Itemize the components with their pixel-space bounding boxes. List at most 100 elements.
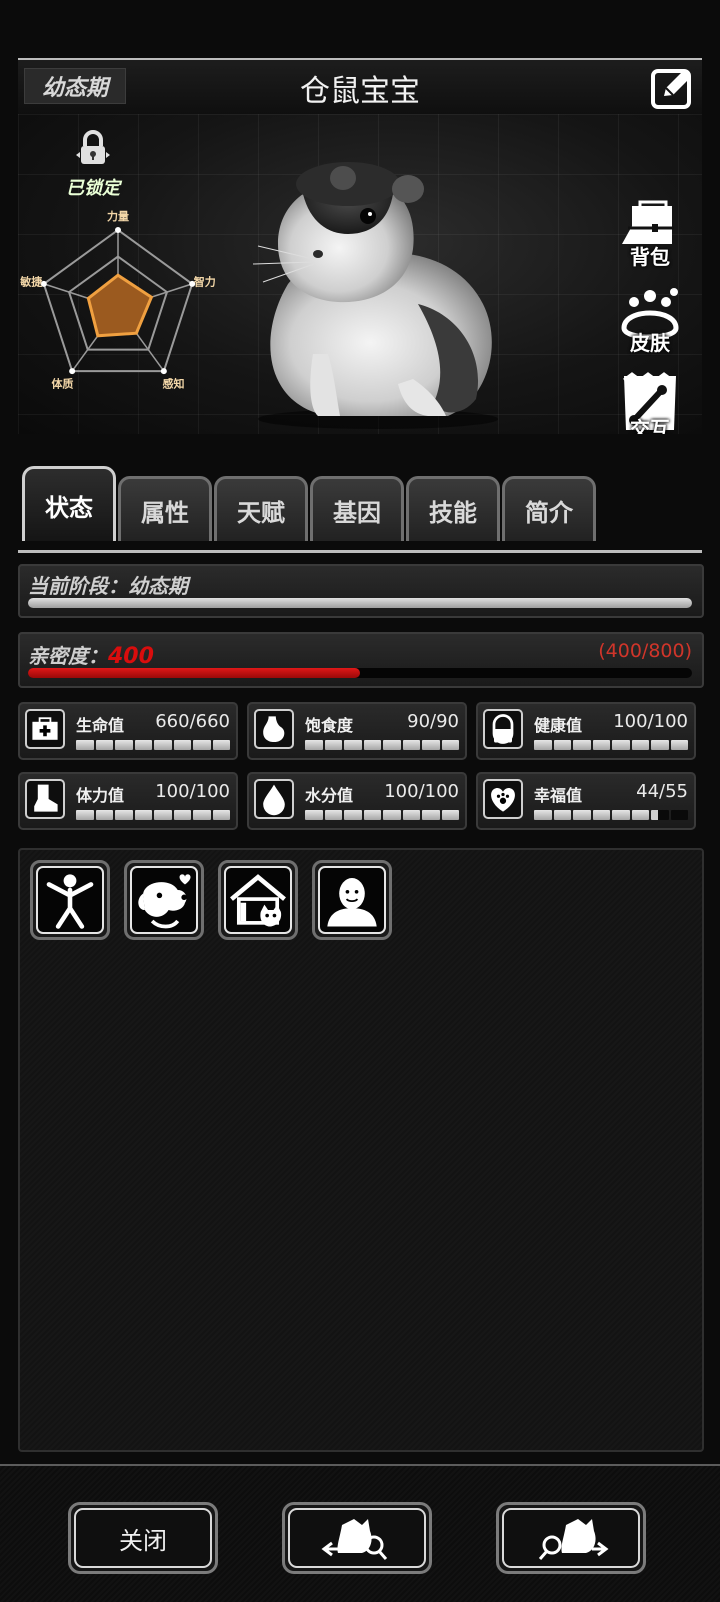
stat-segment bbox=[612, 740, 630, 750]
stat-segment bbox=[534, 810, 552, 820]
stat-segment bbox=[553, 810, 571, 820]
action-face-button[interactable] bbox=[312, 860, 392, 940]
radar-axis-label: 智力 bbox=[194, 274, 216, 288]
stat-value: 100/100 bbox=[613, 711, 688, 732]
stat-segment bbox=[134, 740, 152, 750]
pet-display: 已锁定 力量 智力 感知 体质 敏捷 背包 皮肤 交互 bbox=[18, 114, 702, 434]
stat-name: 水分值 bbox=[305, 786, 354, 805]
radar-vertex bbox=[160, 368, 167, 375]
next-pet-icon bbox=[538, 1519, 609, 1560]
stat-segment bbox=[173, 810, 191, 820]
stat-segment bbox=[592, 810, 610, 820]
stat-segment bbox=[344, 810, 362, 820]
stat-segment bbox=[422, 740, 440, 750]
stat-segment bbox=[441, 810, 459, 820]
stat-segment bbox=[651, 810, 669, 820]
stat-segment bbox=[76, 810, 94, 820]
radar-axis-label: 敏捷 bbox=[19, 274, 43, 288]
stage-panel: 当前阶段：幼态期 bbox=[18, 564, 704, 618]
stat-segment bbox=[422, 810, 440, 820]
stat-segment bbox=[363, 740, 381, 750]
stat-segment bbox=[670, 810, 688, 820]
tab-genes[interactable]: 基因 bbox=[310, 476, 404, 541]
stat-value: 100/100 bbox=[155, 781, 230, 802]
foot-icon bbox=[25, 779, 65, 819]
stat-segment bbox=[154, 810, 172, 820]
stat-segment bbox=[553, 740, 571, 750]
radar-axis-label: 体质 bbox=[51, 377, 73, 391]
affinity-label: 亲密度： bbox=[28, 644, 108, 668]
stat-segment bbox=[631, 740, 649, 750]
water-drop-icon bbox=[254, 779, 294, 819]
tab-talents[interactable]: 天赋 bbox=[214, 476, 308, 541]
action-exercise-button[interactable] bbox=[30, 860, 110, 940]
affinity-progress-fill bbox=[28, 668, 360, 678]
stat-segment bbox=[670, 740, 688, 750]
tab-status[interactable]: 状态 bbox=[22, 466, 116, 541]
attribute-radar: 力量智力感知 体质 敏捷 bbox=[19, 210, 216, 391]
close-button[interactable]: 关闭 bbox=[68, 1502, 218, 1574]
stat-name: 饱食度 bbox=[305, 716, 354, 735]
affinity-progress-bar bbox=[28, 668, 692, 678]
stat-segment bbox=[193, 810, 211, 820]
stat-satiety: 饱食度 90/90 bbox=[247, 702, 467, 760]
stat-segment bbox=[534, 740, 552, 750]
stat-bar bbox=[534, 740, 688, 750]
stat-segment bbox=[115, 810, 133, 820]
next-pet-button[interactable] bbox=[496, 1502, 646, 1574]
stat-value: 100/100 bbox=[384, 781, 459, 802]
stat-segment bbox=[592, 740, 610, 750]
stat-segment bbox=[402, 810, 420, 820]
hamster-image bbox=[252, 162, 498, 429]
edit-name-button[interactable] bbox=[650, 64, 696, 110]
stat-bar bbox=[305, 740, 459, 750]
stat-segment bbox=[383, 740, 401, 750]
stat-hydration: 水分值 100/100 bbox=[247, 772, 467, 830]
radar-axis-label: 感知 bbox=[163, 377, 185, 391]
prev-pet-icon bbox=[321, 1519, 388, 1560]
skin-button[interactable]: 皮肤 bbox=[614, 284, 686, 356]
action-pet-button[interactable] bbox=[124, 860, 204, 940]
radar-value-area bbox=[86, 273, 154, 338]
stage-label: 当前阶段：幼态期 bbox=[28, 574, 188, 598]
stat-segment bbox=[193, 740, 211, 750]
stat-segment bbox=[573, 810, 591, 820]
backpack-label: 背包 bbox=[630, 245, 670, 269]
stat-segment bbox=[612, 810, 630, 820]
stat-bar bbox=[76, 740, 230, 750]
stat-segment bbox=[134, 810, 152, 820]
stomach-icon bbox=[254, 709, 294, 749]
close-label: 关闭 bbox=[74, 1508, 212, 1568]
bottom-bar: 关闭 bbox=[0, 1464, 720, 1602]
interact-button[interactable]: 交互 bbox=[614, 370, 686, 434]
stat-segment bbox=[383, 810, 401, 820]
padlock-icon bbox=[76, 130, 110, 164]
stat-segment bbox=[402, 740, 420, 750]
radar-vertex bbox=[115, 227, 121, 233]
stat-segment bbox=[441, 740, 459, 750]
stat-segment bbox=[305, 810, 323, 820]
stat-segment bbox=[324, 740, 342, 750]
heart-paw-icon bbox=[483, 779, 523, 819]
pet-house-icon bbox=[230, 874, 286, 927]
lock-toggle[interactable]: 已锁定 bbox=[58, 128, 128, 199]
pet-name: 仓鼠宝宝 bbox=[300, 74, 420, 109]
tab-profile[interactable]: 简介 bbox=[502, 476, 596, 541]
action-home-button[interactable] bbox=[218, 860, 298, 940]
stat-bar bbox=[534, 810, 688, 820]
stat-segment bbox=[631, 810, 649, 820]
stat-segment bbox=[115, 740, 133, 750]
stage-progress-fill bbox=[28, 598, 692, 608]
stat-bar bbox=[305, 810, 459, 820]
stat-segment bbox=[573, 740, 591, 750]
backpack-button[interactable]: 背包 bbox=[614, 198, 686, 270]
edit-icon bbox=[651, 69, 691, 109]
previous-pet-button[interactable] bbox=[282, 1502, 432, 1574]
stat-segment bbox=[363, 810, 381, 820]
action-panel bbox=[18, 848, 704, 1452]
stat-value: 44/55 bbox=[636, 781, 688, 802]
tab-attributes[interactable]: 属性 bbox=[118, 476, 212, 541]
stat-wellness: 健康值 100/100 bbox=[476, 702, 696, 760]
stat-stamina: 体力值 100/100 bbox=[18, 772, 238, 830]
tab-skills[interactable]: 技能 bbox=[406, 476, 500, 541]
